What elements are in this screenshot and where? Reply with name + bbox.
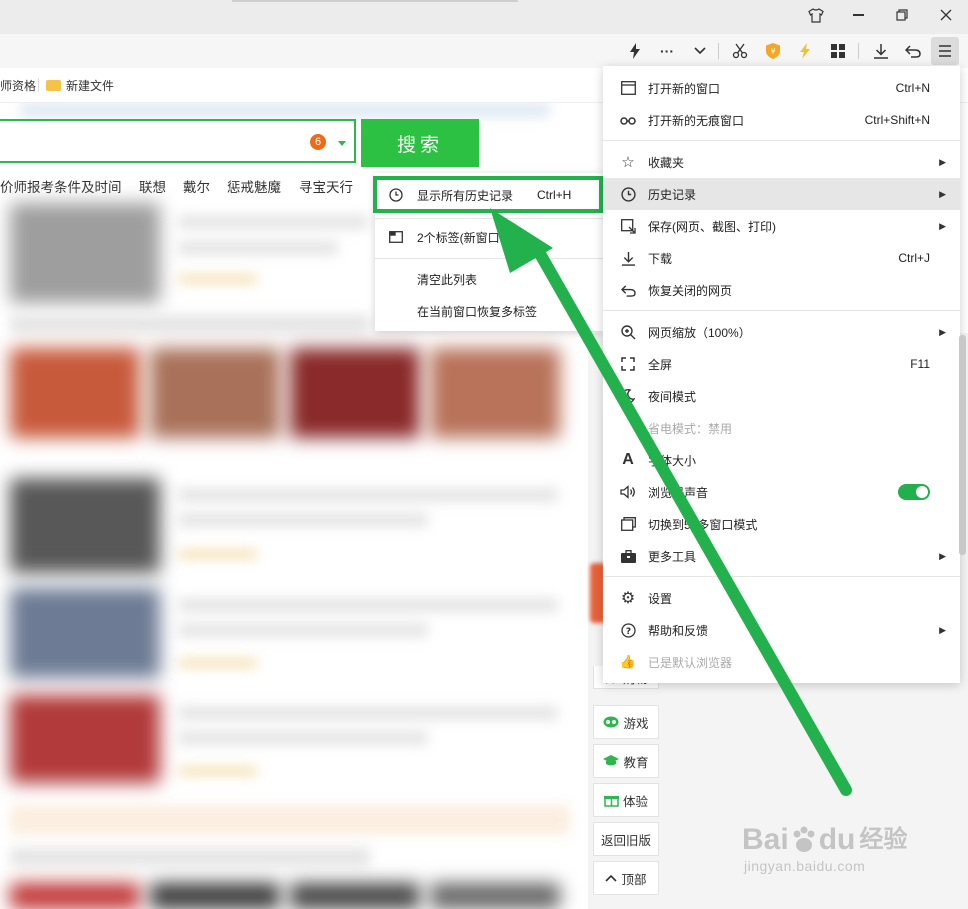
baidu-watermark: Bai du 经验 jingyan.baidu.com [742,822,922,892]
paw-icon [793,826,815,852]
annotation-arrow [490,208,852,796]
arrow-shaft [529,239,852,796]
watermark-brand-suffix: du [818,823,856,856]
watermark-brand: Bai [742,823,789,856]
watermark-cn: 经验 [859,826,908,853]
watermark-url: jingyan.baidu.com [744,858,866,874]
